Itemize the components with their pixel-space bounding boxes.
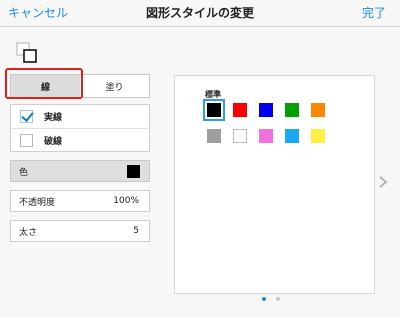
swatch-grid [203,99,325,143]
opacity-label: 不透明度 [19,197,56,208]
page-indicator [262,297,280,301]
color-swatch[interactable] [233,103,247,117]
tab-line[interactable]: 線 [11,75,80,97]
thickness-label: 太さ [19,227,38,238]
line-style-dashed[interactable]: 破線 [11,128,149,152]
line-style-solid[interactable]: 実線 [11,105,149,128]
tab-fill[interactable]: 塗り [80,75,149,97]
color-swatch[interactable] [259,103,273,117]
color-swatch[interactable] [311,129,325,143]
color-swatch[interactable] [207,129,221,143]
color-palette-panel: 標準 [174,75,375,294]
line-style-list: 実線 破線 [10,104,150,152]
style-tabs: 線 塗り [10,74,150,98]
checkmark-icon [20,110,33,123]
current-color-swatch [127,164,140,178]
thickness-value: 5 [133,226,139,236]
color-label: 色 [19,167,29,178]
page-dot[interactable] [276,297,280,301]
color-swatch[interactable] [285,129,299,143]
opacity-row[interactable]: 不透明度 100% [10,190,150,212]
color-swatch[interactable] [203,99,225,121]
palette-label: 標準 [205,90,221,99]
line-style-label: 破線 [44,137,63,147]
shape-style-icon [16,42,37,63]
top-bar: キャンセル 図形スタイルの変更 完了 [0,0,400,27]
color-swatch[interactable] [285,103,299,117]
color-swatch[interactable] [233,129,247,143]
done-button[interactable]: 完了 [362,4,386,21]
color-swatch[interactable] [311,103,325,117]
checkbox-empty-icon [20,134,33,147]
color-row[interactable]: 色 [10,160,150,182]
thickness-row[interactable]: 太さ 5 [10,220,150,242]
chevron-right-icon[interactable] [378,175,388,189]
dialog-title: 図形スタイルの変更 [145,6,254,20]
line-style-label: 実線 [44,113,63,123]
color-swatch[interactable] [259,129,273,143]
page-dot[interactable] [262,297,266,301]
opacity-value: 100% [113,196,139,206]
